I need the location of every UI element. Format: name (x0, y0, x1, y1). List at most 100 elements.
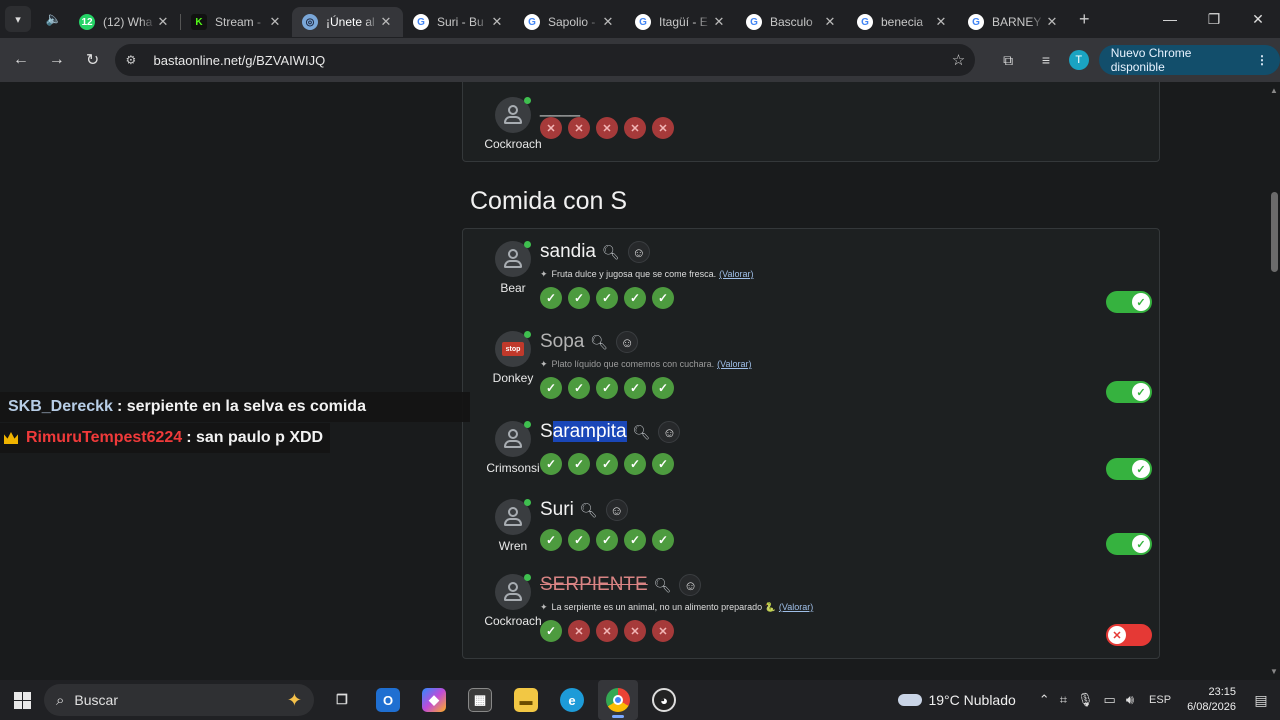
tab-google-benecia[interactable]: G benecia ✕ (847, 7, 958, 37)
crown-icon (4, 432, 18, 444)
bookmark-star-icon[interactable]: ☆ (952, 51, 965, 69)
clock-date: 6/08/2026 (1187, 701, 1236, 713)
accept-toggle[interactable]: ✓ (1106, 291, 1152, 313)
vote-accept-icon: ✓ (624, 453, 646, 475)
taskbar-search[interactable]: ⌕ Buscar ✦ (44, 684, 314, 716)
accept-toggle[interactable]: ✓ (1106, 533, 1152, 555)
profile-avatar[interactable]: T (1068, 50, 1089, 70)
valorar-link[interactable]: (Valorar) (719, 269, 753, 279)
site-info-icon[interactable]: ⚙ (125, 53, 145, 67)
clock[interactable]: 23:15 6/08/2026 (1187, 685, 1236, 715)
player-name: Cockroach (484, 137, 542, 151)
hint-text: La serpiente es un animal, no un aliment… (551, 602, 776, 612)
restore-button[interactable]: ❐ (1192, 0, 1236, 38)
google-icon: G (635, 14, 651, 30)
scroll-down-icon[interactable]: ▼ (1270, 667, 1278, 676)
tab-google-barney[interactable]: G BARNEY ✕ (958, 7, 1069, 37)
microphone-icon[interactable]: 🎙︎ (1077, 692, 1094, 708)
input-language[interactable]: ESP (1149, 694, 1171, 706)
reject-toggle[interactable]: ✕ (1106, 624, 1152, 646)
valorar-link[interactable]: (Valorar) (779, 602, 813, 612)
close-icon[interactable]: ✕ (601, 14, 615, 30)
edge-app[interactable]: e (552, 680, 592, 720)
previous-category-card: Cockroach ____ ✕ ✕ ✕ ✕ ✕ (462, 82, 1160, 162)
close-icon[interactable]: ✕ (379, 14, 393, 30)
chrome-update-button[interactable]: Nuevo Chrome disponible ⋮ (1098, 45, 1280, 75)
url-text[interactable]: bastaonline.net/g/BZVAIWIJQ (153, 53, 951, 68)
tab-whatsapp[interactable]: 12 (12) Wha ✕ (69, 7, 180, 37)
tab-basta-online[interactable]: ◎ ¡Únete al ✕ (292, 7, 403, 37)
tab-google-sapolio[interactable]: G Sapolio - ✕ (514, 7, 625, 37)
close-icon[interactable]: ✕ (712, 14, 726, 30)
window-controls: — ❐ ✕ (1148, 0, 1280, 38)
accept-toggle[interactable]: ✓ (1106, 458, 1152, 480)
emoji-react-icon[interactable]: ☺ (658, 421, 681, 443)
accept-toggle[interactable]: ✓ (1106, 381, 1152, 403)
close-icon[interactable]: ✕ (823, 14, 837, 30)
close-icon[interactable]: ✕ (934, 14, 948, 30)
page-scrollbar[interactable]: ▲ ▼ (1268, 82, 1280, 680)
chat-username: RimuruTempest6224 (26, 429, 183, 446)
chrome-app[interactable] (598, 680, 638, 720)
minimize-button[interactable]: — (1148, 0, 1192, 38)
start-button[interactable] (0, 680, 44, 720)
task-view-button[interactable]: ❐ (322, 680, 362, 720)
emoji-react-icon[interactable]: ☺ (616, 331, 639, 353)
extensions-icon[interactable]: ⧉ (991, 43, 1025, 77)
vote-reject-icon: ✕ (652, 117, 674, 139)
search-icon[interactable]: 🔍︎ (654, 577, 672, 594)
weather-widget[interactable]: 19°C Nublado (898, 692, 1016, 708)
vote-accept-icon: ✓ (568, 529, 590, 551)
back-button[interactable]: ← (4, 43, 38, 77)
scroll-thumb[interactable] (1271, 192, 1278, 272)
new-tab-button[interactable]: + (1079, 9, 1090, 30)
obs-app[interactable]: ◕ (644, 680, 684, 720)
notifications-icon[interactable]: ▤ (1246, 692, 1276, 709)
usb-icon[interactable]: ⌗ (1060, 692, 1067, 708)
reload-button[interactable]: ↻ (76, 43, 110, 77)
chevron-up-icon[interactable]: ⌃ (1039, 692, 1050, 708)
search-icon[interactable]: 🔍︎ (580, 502, 598, 519)
close-icon[interactable]: ✕ (490, 14, 504, 30)
scroll-up-icon[interactable]: ▲ (1270, 86, 1278, 95)
forward-button[interactable]: → (40, 43, 74, 77)
close-icon[interactable]: ✕ (268, 14, 282, 30)
volume-icon[interactable]: 🔊︎ (1126, 692, 1134, 708)
close-icon[interactable]: ✕ (156, 14, 170, 30)
update-label: Nuevo Chrome disponible (1110, 46, 1192, 74)
copilot-icon: ◆ (422, 688, 446, 712)
search-icon[interactable]: 🔍︎ (633, 424, 651, 441)
sparkle-icon: ✦ (540, 359, 548, 369)
speaker-icon[interactable]: 🔈 (39, 11, 69, 27)
tab-google-suri[interactable]: G Suri - Bu ✕ (403, 7, 514, 37)
avatar (495, 574, 531, 610)
store-app[interactable]: ▦ (460, 680, 500, 720)
word-text: ____ (540, 97, 581, 117)
media-controls-icon[interactable]: ≡ (1029, 43, 1063, 77)
vote-accept-icon: ✓ (596, 453, 618, 475)
tab-kick-stream[interactable]: K Stream - ✕ (181, 7, 292, 37)
emoji-react-icon[interactable]: ☺ (605, 499, 628, 521)
emoji-react-icon[interactable]: ☺ (627, 241, 650, 263)
tab-search-button[interactable]: ▾ (5, 6, 31, 32)
vote-list: ✓ ✓ ✓ ✓ ✓ (540, 287, 674, 309)
outlook-app[interactable]: O (368, 680, 408, 720)
search-icon[interactable]: 🔍︎ (602, 244, 620, 261)
tab-google-basculo[interactable]: G Basculo ✕ (736, 7, 847, 37)
emoji-react-icon[interactable]: ☺ (679, 574, 702, 596)
close-window-button[interactable]: ✕ (1236, 0, 1280, 38)
address-bar[interactable]: ⚙ bastaonline.net/g/BZVAIWIJQ ☆ (115, 44, 976, 76)
word-text: sandia (540, 241, 596, 262)
word-text[interactable]: Sarampita (540, 421, 627, 443)
valorar-link[interactable]: (Valorar) (717, 359, 751, 369)
search-icon[interactable]: 🔍︎ (590, 334, 608, 351)
check-icon: ✓ (1132, 293, 1150, 311)
close-icon[interactable]: ✕ (1045, 14, 1059, 30)
more-menu-icon[interactable]: ⋮ (1256, 53, 1268, 67)
network-icon[interactable]: ▭ (1104, 692, 1116, 708)
copilot-app[interactable]: ◆ (414, 680, 454, 720)
file-explorer-app[interactable]: ▬ (506, 680, 546, 720)
tab-title: Suri - Bu (437, 15, 484, 29)
check-icon: ✓ (1132, 535, 1150, 553)
tab-google-itagui[interactable]: G Itagüí - E ✕ (625, 7, 736, 37)
